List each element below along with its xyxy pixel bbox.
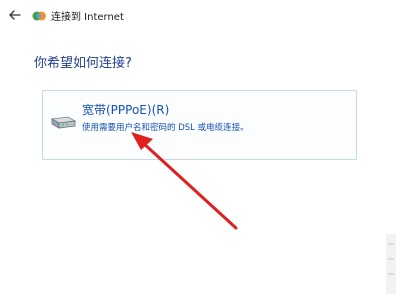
option-description: 使用需要用户名和密码的 DSL 或电缆连接。 [82, 123, 249, 133]
broadband-pppoe-option[interactable]: 宽带(PPPoE)(R) 使用需要用户名和密码的 DSL 或电缆连接。 [42, 90, 357, 160]
page-prompt: 你希望如何连接? [34, 56, 132, 71]
title-bar: 连接到 Internet [0, 0, 400, 34]
resize-grip[interactable] [386, 234, 396, 294]
window-title: 连接到 Internet [51, 12, 124, 23]
back-arrow-icon[interactable] [6, 6, 24, 24]
option-title[interactable]: 宽带(PPPoE)(R) [82, 101, 169, 118]
modem-icon [50, 116, 77, 129]
network-globe-icon [32, 11, 46, 21]
